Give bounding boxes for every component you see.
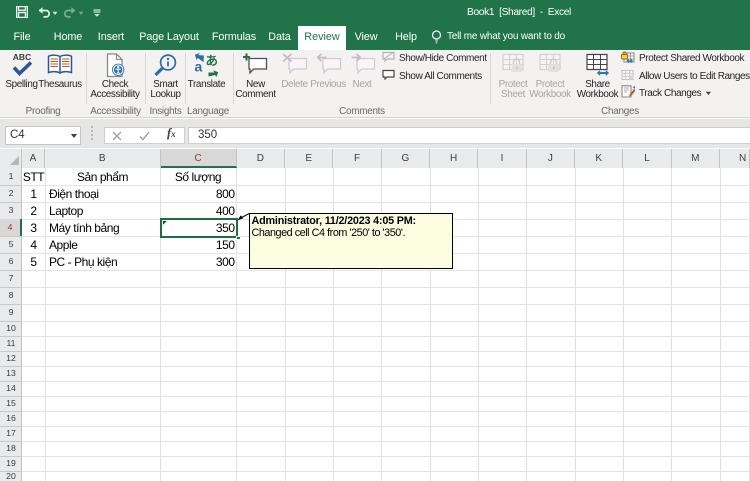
- svg-text:あ: あ: [206, 54, 219, 68]
- svg-text:a: a: [195, 59, 203, 75]
